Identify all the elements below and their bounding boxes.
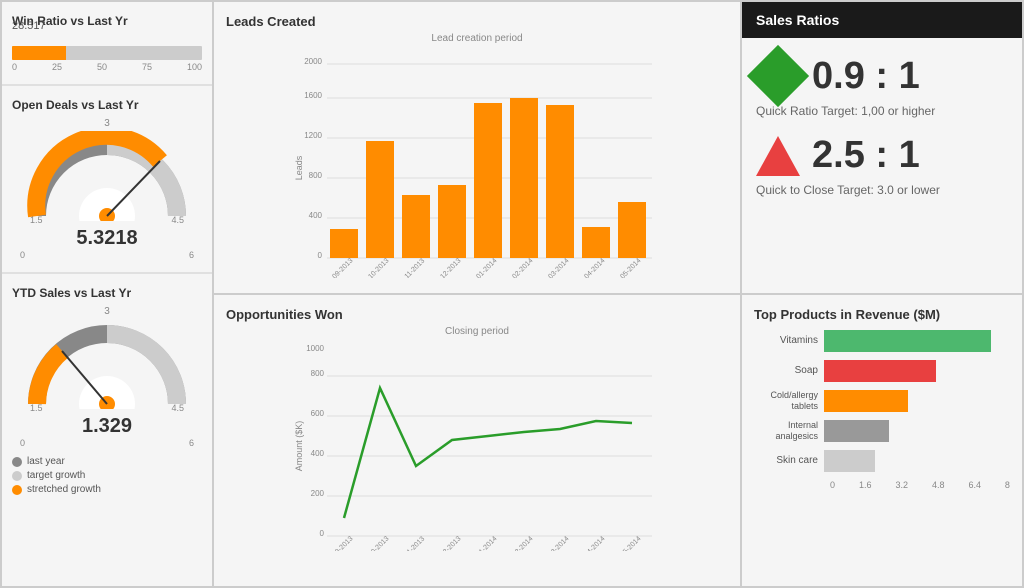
product-internal-analgesics: Internal analgesics bbox=[754, 420, 1010, 442]
sales-ratios-title: Sales Ratios bbox=[742, 2, 1022, 38]
leads-created-panel: Leads Created Lead creation period Leads… bbox=[214, 2, 740, 293]
product-label-skin-care: Skin care bbox=[754, 455, 824, 467]
open-deals-panel: Open Deals vs Last Yr 3 bbox=[2, 86, 212, 274]
svg-text:12-2013: 12-2013 bbox=[439, 535, 462, 551]
svg-text:05-2014: 05-2014 bbox=[619, 535, 642, 551]
svg-text:09-2013: 09-2013 bbox=[331, 535, 354, 551]
product-label-soap: Soap bbox=[754, 365, 824, 377]
svg-text:400: 400 bbox=[309, 211, 323, 220]
win-ratio-value: 28.517 bbox=[12, 20, 46, 32]
win-ratio-axis-labels: 0 25 50 75 100 bbox=[12, 62, 202, 72]
open-deals-value: 5.3218 bbox=[12, 227, 202, 250]
top-products-title: Top Products in Revenue ($M) bbox=[754, 307, 1010, 322]
quick-close-target: Quick to Close Target: 3.0 or lower bbox=[756, 183, 1008, 197]
svg-text:09-2013: 09-2013 bbox=[331, 257, 354, 278]
svg-text:0: 0 bbox=[320, 529, 325, 538]
svg-text:11-2013: 11-2013 bbox=[404, 535, 427, 551]
legend-dot-last-year bbox=[12, 457, 22, 467]
svg-text:2000: 2000 bbox=[304, 57, 322, 66]
svg-text:200: 200 bbox=[311, 489, 325, 498]
svg-text:10-2013: 10-2013 bbox=[367, 257, 390, 278]
svg-text:1200: 1200 bbox=[304, 131, 322, 140]
opportunities-subtitle: Closing period bbox=[226, 326, 728, 337]
quick-close-value: 2.5 : 1 bbox=[812, 134, 920, 177]
legend-target-growth: target growth bbox=[12, 470, 202, 481]
top-products-panel: Top Products in Revenue ($M) Vitamins So… bbox=[742, 295, 1022, 586]
quick-ratio-target: Quick Ratio Target: 1,00 or higher bbox=[756, 104, 1008, 118]
triangle-icon bbox=[756, 136, 800, 176]
open-deals-gauge bbox=[22, 131, 192, 221]
product-label-vitamins: Vitamins bbox=[754, 335, 824, 347]
svg-text:800: 800 bbox=[311, 369, 325, 378]
legend-last-year: last year bbox=[12, 456, 202, 467]
product-bar-soap bbox=[824, 360, 936, 382]
ytd-sales-gauge bbox=[22, 319, 192, 409]
product-bars: Vitamins Soap Cold/allergy tablets bbox=[754, 330, 1010, 490]
legend-label-last-year: last year bbox=[27, 456, 65, 467]
win-ratio-bar-fill bbox=[12, 46, 66, 60]
sales-ratios-body: 0.9 : 1 Quick Ratio Target: 1,00 or high… bbox=[742, 38, 1022, 229]
ytd-sales-value: 1.329 bbox=[12, 415, 202, 438]
legend-stretched-growth: stretched growth bbox=[12, 484, 202, 495]
quick-close-row: 2.5 : 1 bbox=[756, 134, 1008, 177]
product-skin-care: Skin care bbox=[754, 450, 1010, 472]
legend-dot-stretched bbox=[12, 485, 22, 495]
product-label-internal-analgesics: Internal analgesics bbox=[754, 420, 824, 442]
svg-text:05-2014: 05-2014 bbox=[619, 257, 642, 278]
svg-text:12-2013: 12-2013 bbox=[439, 257, 462, 278]
svg-text:03-2014: 03-2014 bbox=[547, 535, 570, 551]
product-vitamins: Vitamins bbox=[754, 330, 1010, 352]
opportunities-title: Opportunities Won bbox=[226, 307, 728, 322]
legend-label-stretched: stretched growth bbox=[27, 484, 101, 495]
product-bar-skin-care bbox=[824, 450, 875, 472]
opportunities-chart: Amount ($K) 0 200 400 600 800 1000 bbox=[226, 341, 728, 551]
svg-text:800: 800 bbox=[309, 171, 323, 180]
quick-ratio-value: 0.9 : 1 bbox=[812, 55, 920, 98]
svg-text:02-2014: 02-2014 bbox=[511, 535, 534, 551]
leads-created-title: Leads Created bbox=[226, 14, 728, 29]
svg-text:11-2013: 11-2013 bbox=[404, 257, 427, 278]
svg-text:Leads: Leads bbox=[294, 155, 304, 180]
svg-text:400: 400 bbox=[311, 449, 325, 458]
product-cold-allergy: Cold/allergy tablets bbox=[754, 390, 1010, 412]
left-panel: Win Ratio vs Last Yr 28.517 0 25 50 75 1… bbox=[2, 2, 212, 586]
svg-text:02-2014: 02-2014 bbox=[511, 257, 534, 278]
win-ratio-panel: Win Ratio vs Last Yr 28.517 0 25 50 75 1… bbox=[2, 2, 212, 86]
legend-dot-target bbox=[12, 471, 22, 481]
ytd-sales-title: YTD Sales vs Last Yr bbox=[12, 286, 202, 300]
sales-ratios-panel: Sales Ratios 0.9 : 1 Quick Ratio Target:… bbox=[742, 2, 1022, 293]
quick-ratio-row: 0.9 : 1 bbox=[756, 54, 1008, 98]
legend: last year target growth stretched growth bbox=[12, 456, 202, 495]
leads-chart-subtitle: Lead creation period bbox=[226, 33, 728, 44]
legend-label-target: target growth bbox=[27, 470, 85, 481]
svg-text:04-2014: 04-2014 bbox=[583, 257, 606, 278]
svg-text:10-2013: 10-2013 bbox=[367, 535, 390, 551]
svg-text:01-2014: 01-2014 bbox=[475, 257, 498, 278]
win-ratio-bar-track bbox=[12, 46, 202, 60]
product-bar-vitamins bbox=[824, 330, 991, 352]
product-bar-cold-allergy bbox=[824, 390, 908, 412]
svg-text:03-2014: 03-2014 bbox=[547, 257, 570, 278]
leads-chart: Leads 0 400 800 1200 1600 2000 bbox=[226, 48, 728, 278]
svg-text:600: 600 bbox=[311, 409, 325, 418]
product-soap: Soap bbox=[754, 360, 1010, 382]
ytd-sales-panel: YTD Sales vs Last Yr 3 1.5 4.5 1.329 bbox=[2, 274, 212, 586]
svg-text:Amount ($K): Amount ($K) bbox=[294, 421, 304, 472]
dashboard: Win Ratio vs Last Yr 28.517 0 25 50 75 1… bbox=[0, 0, 1024, 588]
svg-text:1600: 1600 bbox=[304, 91, 322, 100]
svg-text:1000: 1000 bbox=[306, 344, 324, 353]
diamond-icon bbox=[747, 45, 809, 107]
product-bar-internal-analgesics bbox=[824, 420, 889, 442]
product-label-cold-allergy: Cold/allergy tablets bbox=[754, 390, 824, 412]
svg-text:04-2014: 04-2014 bbox=[583, 535, 606, 551]
svg-text:0: 0 bbox=[318, 251, 323, 260]
open-deals-title: Open Deals vs Last Yr bbox=[12, 98, 202, 112]
opportunities-panel: Opportunities Won Closing period Amount … bbox=[214, 295, 740, 586]
product-x-axis: 0 1.6 3.2 4.8 6.4 8 bbox=[754, 480, 1010, 490]
svg-text:01-2014: 01-2014 bbox=[475, 535, 498, 551]
